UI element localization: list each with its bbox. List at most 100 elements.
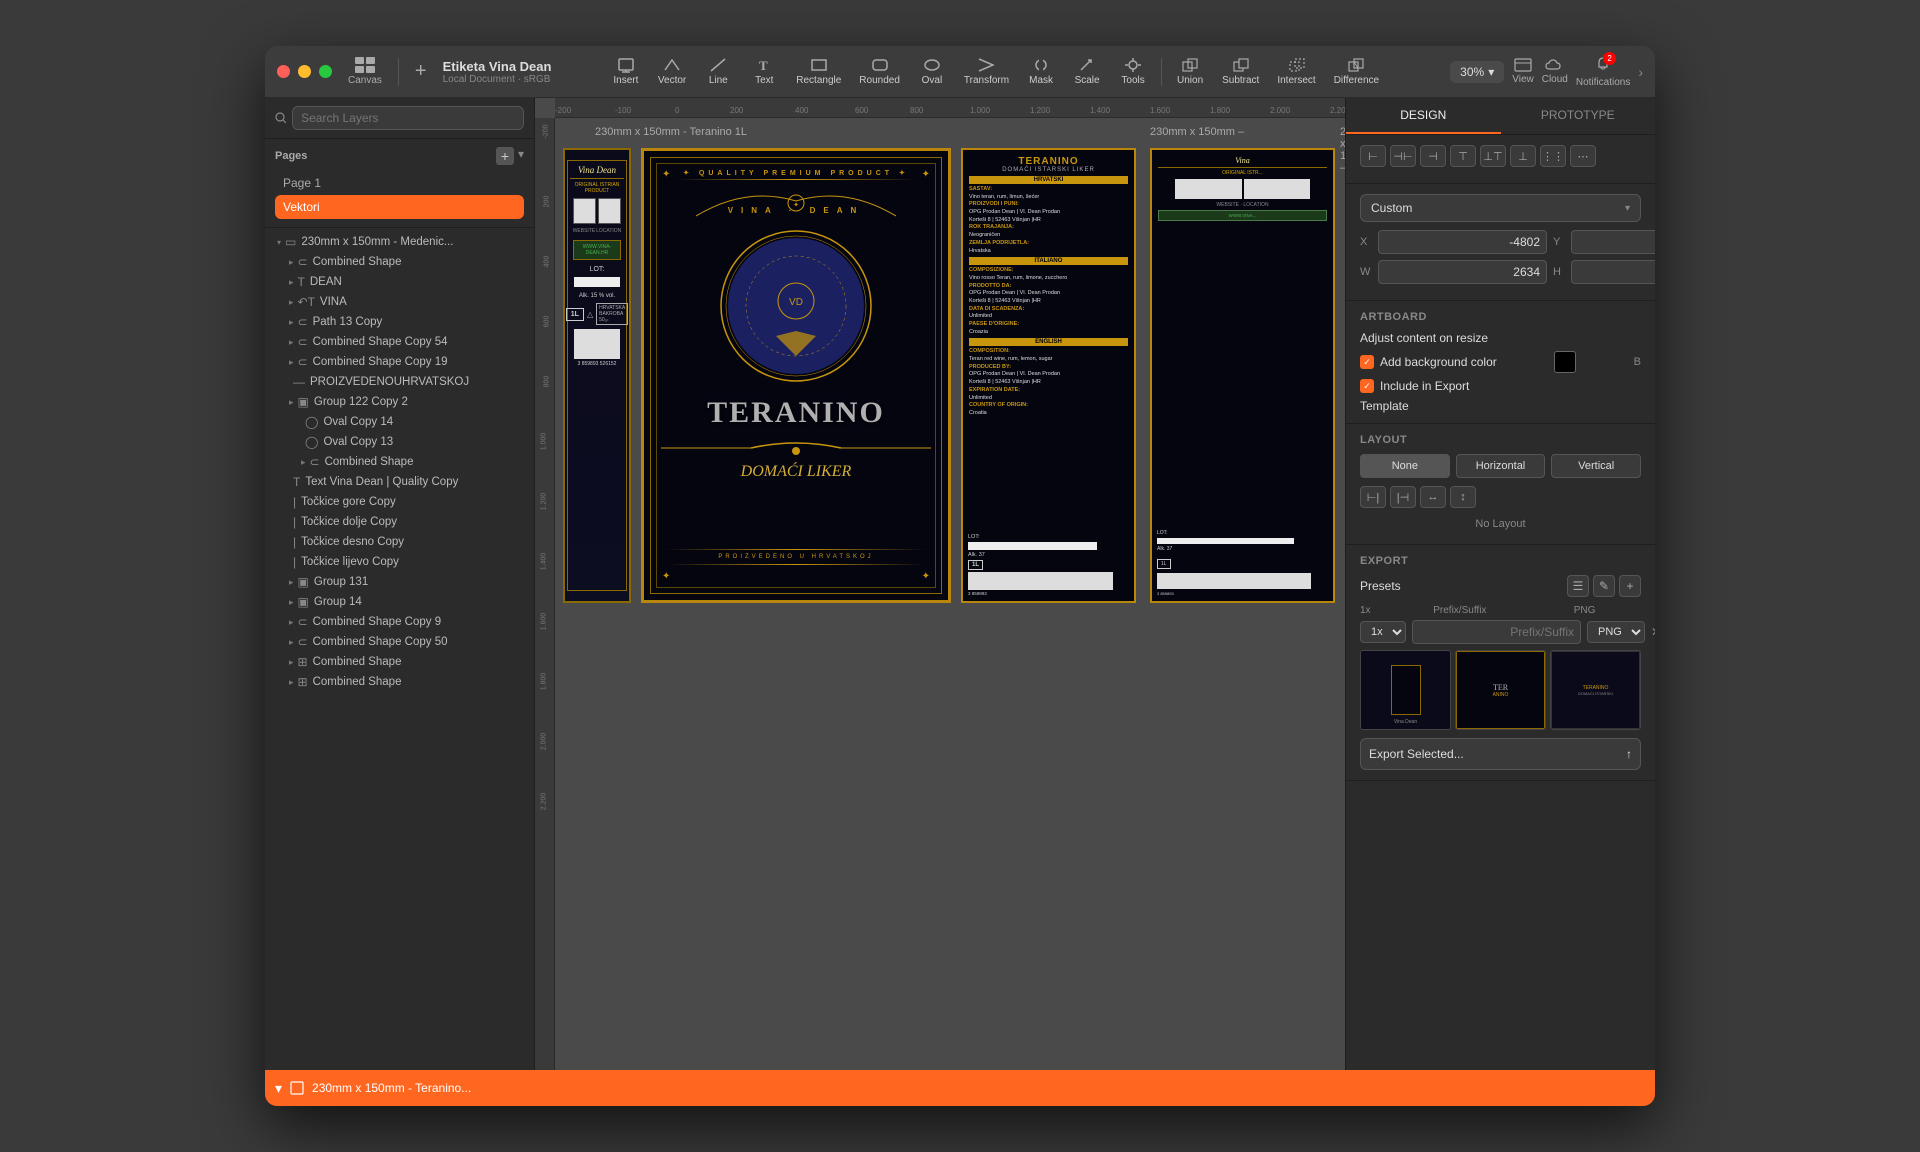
layout-horizontal-btn[interactable]: Horizontal xyxy=(1456,454,1546,478)
preset-add-btn[interactable]: + xyxy=(1619,575,1641,597)
include-export-checkbox-label: ✓ Include in Export xyxy=(1360,379,1469,393)
add-bg-checkbox[interactable]: ✓ xyxy=(1360,355,1374,369)
layer-tockicegore[interactable]: | Točkice gore Copy xyxy=(277,492,534,512)
align-bottom-btn[interactable]: ⊥ xyxy=(1510,145,1536,167)
layer-combined9[interactable]: ▸ ⊂ Combined Shape Copy 9 xyxy=(277,612,534,632)
toolbar-center: Insert Vector Line T Text Rectangle Roun… xyxy=(604,53,1387,90)
align-center-h-btn[interactable]: ⊣⊢ xyxy=(1390,145,1416,167)
maximize-button[interactable] xyxy=(319,65,332,78)
layer-group14[interactable]: ▸ ▣ Group 14 xyxy=(277,592,534,612)
layout-none-btn[interactable]: None xyxy=(1360,454,1450,478)
search-input[interactable] xyxy=(292,106,524,130)
difference-tool[interactable]: Difference xyxy=(1326,53,1387,90)
more-button[interactable]: › xyxy=(1638,64,1643,80)
transform-tool[interactable]: Transform xyxy=(956,53,1017,90)
cloud-button[interactable]: Cloud xyxy=(1542,58,1568,85)
layer-combined54[interactable]: ▸ ⊂ Combined Shape Copy 54 xyxy=(277,332,534,352)
minimize-button[interactable] xyxy=(298,65,311,78)
file-name: Etiketa Vina Dean xyxy=(443,59,552,74)
bottom-canvas-icon xyxy=(290,1081,304,1095)
layer-ovalcopy13[interactable]: ◯ Oval Copy 13 xyxy=(289,432,534,452)
canvas-button[interactable]: Canvas xyxy=(348,57,382,86)
preset-edit-btn[interactable]: ✎ xyxy=(1593,575,1615,597)
mask-tool[interactable]: Mask xyxy=(1019,53,1063,90)
prototype-tab[interactable]: PROTOTYPE xyxy=(1501,98,1656,134)
layer-tockiceijevo[interactable]: | Točkice lijevo Copy xyxy=(277,552,534,572)
layer-combined19[interactable]: ▸ ⊂ Combined Shape Copy 19 xyxy=(277,352,534,372)
layer-path13copy[interactable]: ▸ ⊂ Path 13 Copy xyxy=(277,312,534,332)
preset-list-btn[interactable]: ☰ xyxy=(1567,575,1589,597)
layout-vertical-btn[interactable]: Vertical xyxy=(1551,454,1641,478)
layer-dean[interactable]: ▸ T DEAN xyxy=(277,272,534,292)
oval-tool[interactable]: Oval xyxy=(910,53,954,90)
add-page-button[interactable]: + xyxy=(496,147,514,165)
scale-tool[interactable]: Scale xyxy=(1065,53,1109,90)
layer-group122copy2[interactable]: ▸ ▣ Group 122 Copy 2 xyxy=(277,392,534,412)
prefix-suffix-input[interactable] xyxy=(1412,620,1581,644)
add-icon[interactable]: + xyxy=(415,60,427,83)
tools-tool[interactable]: Tools xyxy=(1111,53,1155,90)
export-title: EXPORT xyxy=(1360,555,1641,567)
layout-dist-2[interactable]: |⊣ xyxy=(1390,486,1416,508)
export-selected-button[interactable]: Export Selected... ↑ xyxy=(1360,738,1641,770)
text-tool[interactable]: T Text xyxy=(742,53,786,90)
thumbnails-row: Vina Dean TER ANINO xyxy=(1360,650,1641,730)
view-button[interactable]: View xyxy=(1512,58,1534,85)
subtract-tool[interactable]: Subtract xyxy=(1214,53,1267,90)
rectangle-tool[interactable]: Rectangle xyxy=(788,53,849,90)
insert-tool[interactable]: Insert xyxy=(604,53,648,90)
align-right-btn[interactable]: ⊣ xyxy=(1420,145,1446,167)
layer-combined50[interactable]: ▸ ⊂ Combined Shape Copy 50 xyxy=(277,632,534,652)
layout-section: LAYOUT None Horizontal Vertical ⊢| |⊣ ↔ … xyxy=(1346,424,1655,545)
align-center-v-btn[interactable]: ⊥⊤ xyxy=(1480,145,1506,167)
w-input[interactable] xyxy=(1378,260,1547,284)
layer-combined-4[interactable]: ▸ ⊞ Combined Shape xyxy=(277,672,534,692)
format-select[interactable]: PNG SVG PDF xyxy=(1587,621,1645,643)
bg-color-swatch[interactable] xyxy=(1554,351,1576,373)
x-input[interactable] xyxy=(1378,230,1547,254)
pages-expand[interactable]: ▾ xyxy=(518,147,524,165)
custom-dropdown[interactable]: Custom ▾ xyxy=(1360,194,1641,222)
layer-combined-shape[interactable]: ▸ ⊂ Combined Shape xyxy=(277,252,534,272)
layer-textvina[interactable]: T Text Vina Dean | Quality Copy xyxy=(277,472,534,492)
canvas-area[interactable]: -200 -100 0 200 400 600 800 1.000 1.200 … xyxy=(535,98,1345,1070)
layout-dist-1[interactable]: ⊢| xyxy=(1360,486,1386,508)
notifications-button[interactable]: 2 Notifications xyxy=(1576,56,1630,88)
layout-dist-4[interactable]: ↕ xyxy=(1450,486,1476,508)
rounded-tool[interactable]: Rounded xyxy=(851,53,908,90)
layer-combined-3[interactable]: ▸ ⊞ Combined Shape xyxy=(277,652,534,672)
layer-combined-shape-2[interactable]: ▸ ⊂ Combined Shape xyxy=(289,452,534,472)
design-tab[interactable]: DESIGN xyxy=(1346,98,1501,134)
zoom-control[interactable]: 30% ▾ xyxy=(1450,61,1504,83)
close-button[interactable] xyxy=(277,65,290,78)
adjust-content-label: Adjust content on resize xyxy=(1360,331,1488,345)
layer-ovalcopy14[interactable]: ◯ Oval Copy 14 xyxy=(289,412,534,432)
vector-tool[interactable]: Vector xyxy=(650,53,694,90)
scale-select[interactable]: 1x 2x 3x xyxy=(1360,621,1406,643)
page-item-page1[interactable]: Page 1 xyxy=(275,171,524,195)
layer-proizvedeno[interactable]: — PROIZVEDENOUHRVATSKOJ xyxy=(277,372,534,392)
align-left-btn[interactable]: ⊢ xyxy=(1360,145,1386,167)
layer-tockicedolje[interactable]: | Točkice dolje Copy xyxy=(277,512,534,532)
add-button-area[interactable]: + xyxy=(415,60,427,83)
union-tool[interactable]: Union xyxy=(1168,53,1212,90)
remove-export-btn[interactable]: ✕ xyxy=(1651,625,1655,639)
page-item-vektori[interactable]: Vektori xyxy=(275,195,524,219)
y-input[interactable] xyxy=(1571,230,1655,254)
canvas-content: 230mm x 150mm - Teranino 1L 230mm x 150m… xyxy=(555,118,1345,1070)
layer-group131[interactable]: ▸ ▣ Group 131 xyxy=(277,572,534,592)
thumbnail-1: Vina Dean xyxy=(1360,650,1451,730)
line-tool[interactable]: Line xyxy=(696,53,740,90)
distribute-v-btn[interactable]: ⋯ xyxy=(1570,145,1596,167)
align-top-btn[interactable]: ⊤ xyxy=(1450,145,1476,167)
include-export-checkbox[interactable]: ✓ xyxy=(1360,379,1374,393)
bottom-artboard-name: 230mm x 150mm - Teranino... xyxy=(312,1081,471,1095)
distribute-h-btn[interactable]: ⋮⋮ xyxy=(1540,145,1566,167)
layout-dist-3[interactable]: ↔ xyxy=(1420,486,1446,508)
bg-color-value: B xyxy=(1634,356,1641,368)
layer-artboard-medenic[interactable]: ▾ ▭ 230mm x 150mm - Medenic... xyxy=(265,232,534,252)
intersect-tool[interactable]: Intersect xyxy=(1269,53,1323,90)
layer-vina[interactable]: ▸ ↶T VINA xyxy=(277,292,534,312)
h-input[interactable] xyxy=(1571,260,1655,284)
layer-tockicedesno[interactable]: | Točkice desno Copy xyxy=(277,532,534,552)
